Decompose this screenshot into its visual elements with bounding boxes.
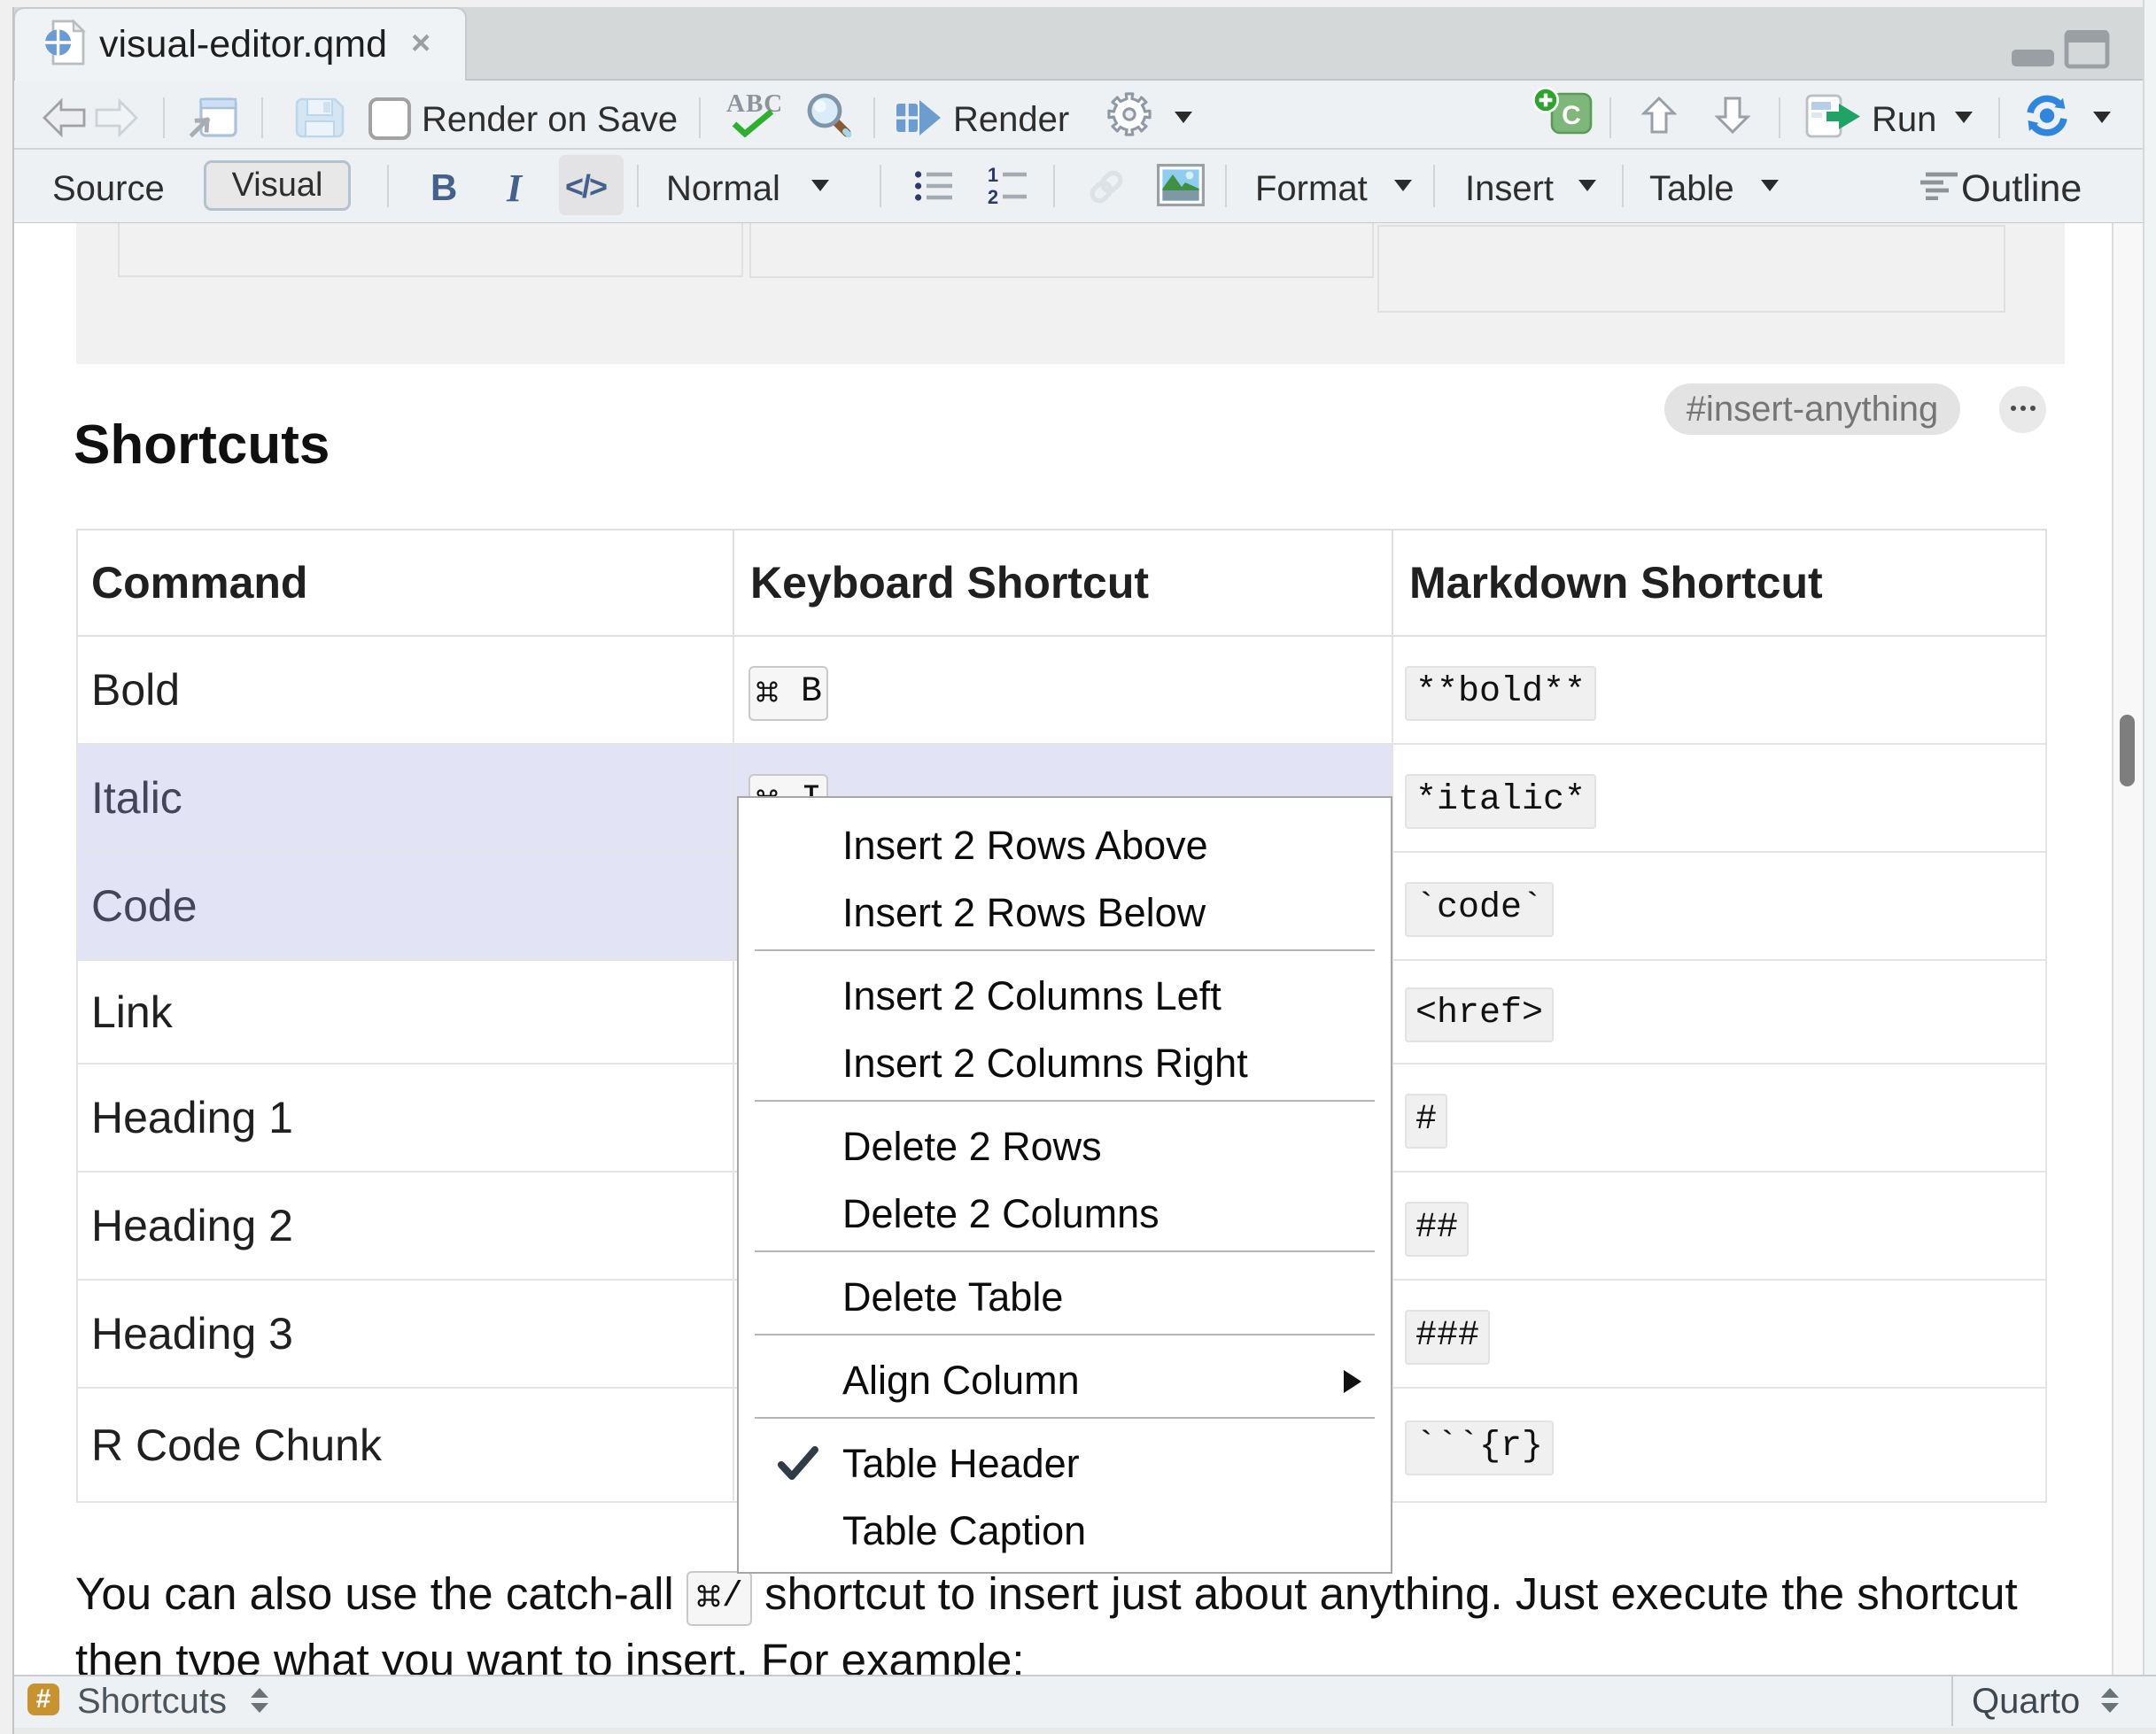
svg-text:C: C	[1562, 101, 1581, 130]
svg-text:2: 2	[988, 186, 998, 207]
svg-text:1: 1	[988, 165, 998, 186]
